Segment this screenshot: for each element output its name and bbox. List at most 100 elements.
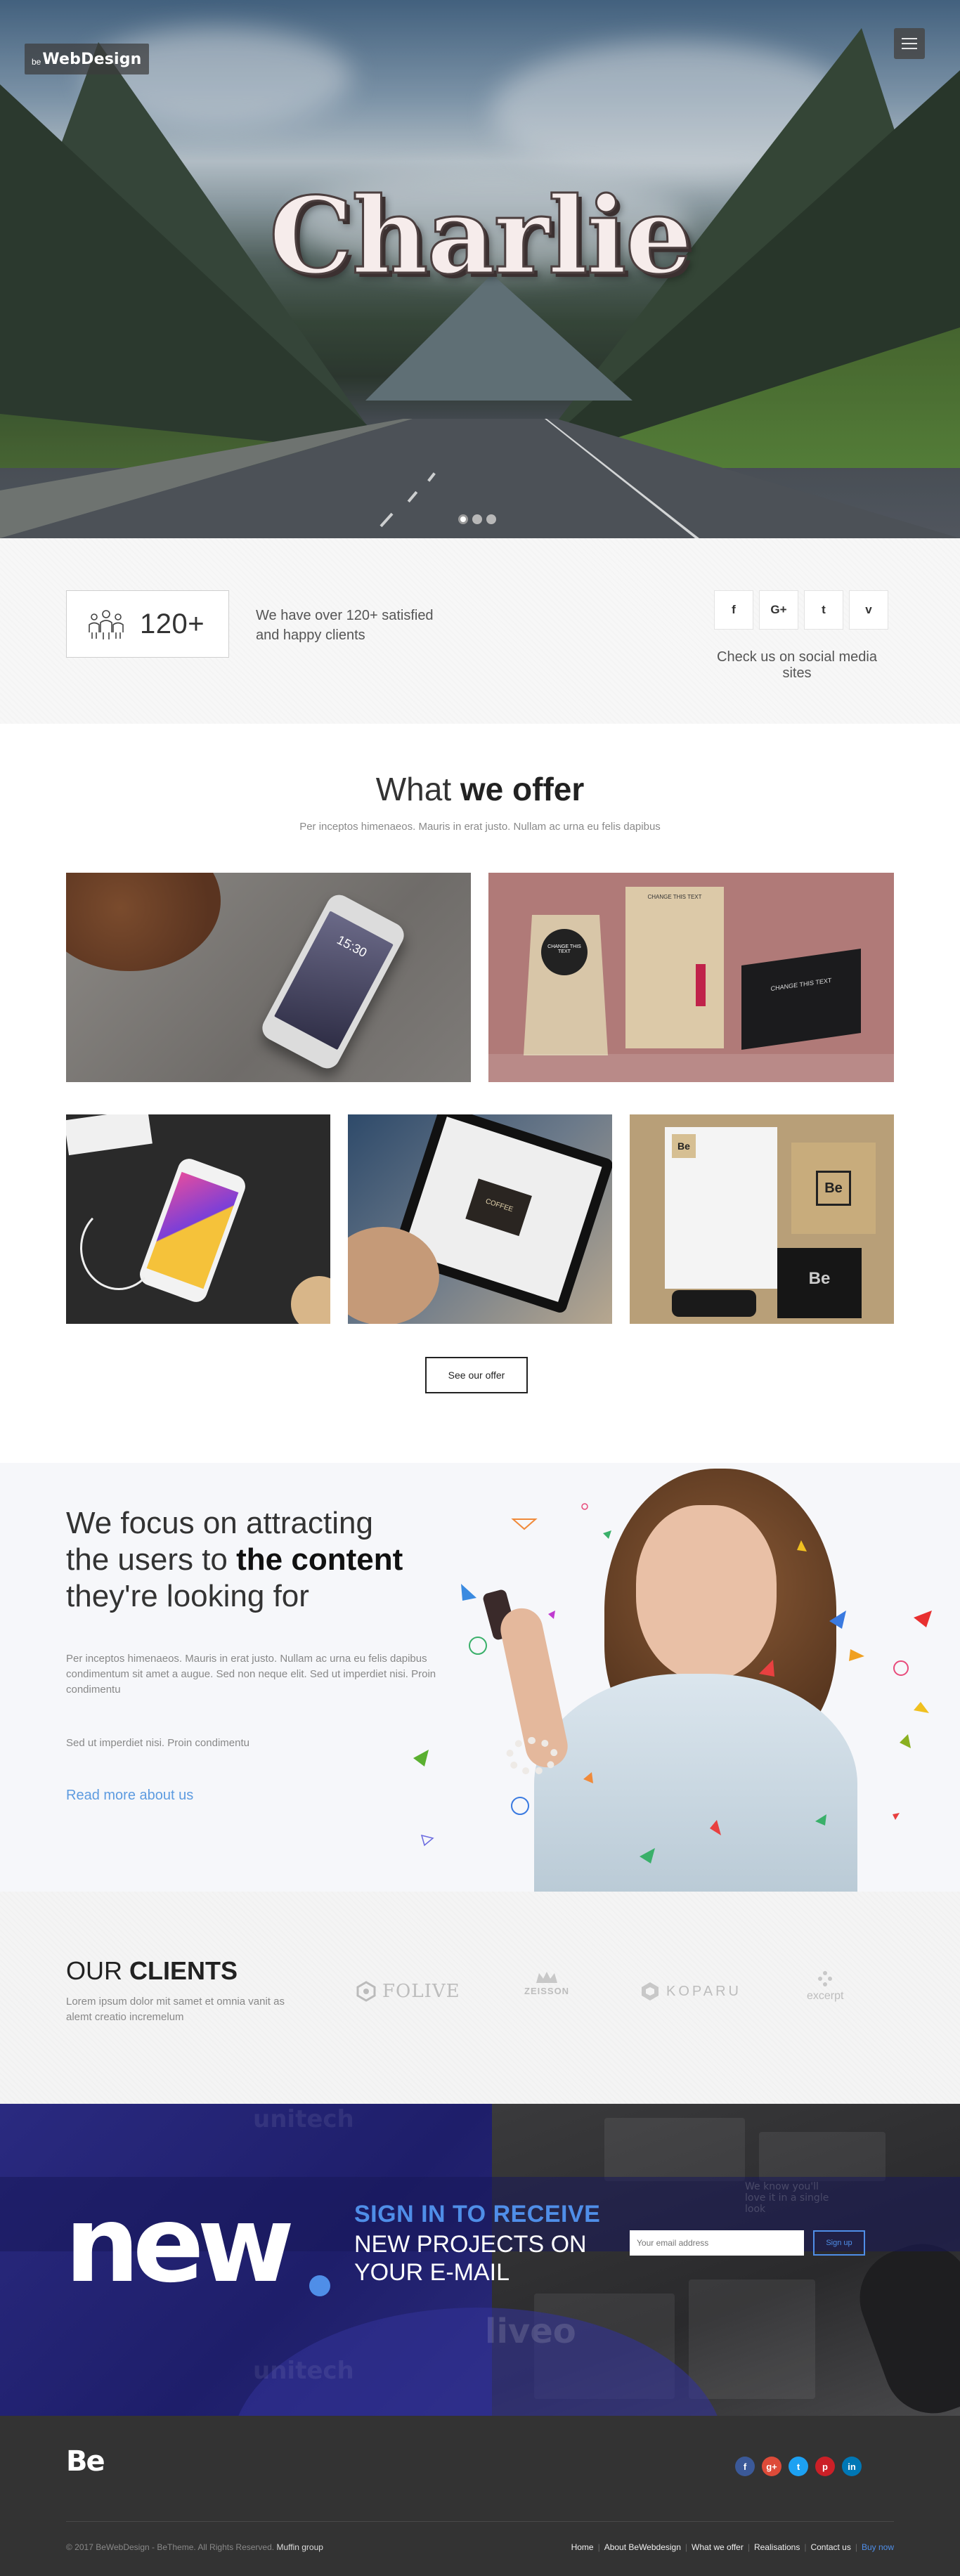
shopping-bag-image: Be bbox=[791, 1143, 876, 1234]
email-field[interactable] bbox=[630, 2230, 804, 2256]
copyright-text: © 2017 BeWebDesign - BeTheme. All Rights… bbox=[66, 2542, 275, 2552]
letterhead-image: Be bbox=[665, 1127, 777, 1289]
envelope-label: CHANGE THIS TEXT bbox=[647, 894, 702, 900]
wooden-board bbox=[66, 873, 221, 971]
about-title: We focus on attracting the users to the … bbox=[66, 1505, 460, 1615]
logo-prefix: be bbox=[32, 57, 41, 67]
table-surface bbox=[488, 1054, 894, 1082]
hero-section: be WebDesign Charlie bbox=[0, 0, 960, 538]
box-image: Be bbox=[777, 1248, 862, 1318]
offer-subtitle: Per inceptos himenaeos. Mauris in erat j… bbox=[299, 821, 661, 833]
counter-value: 120+ bbox=[140, 608, 205, 639]
about-section: We focus on attracting the users to the … bbox=[0, 1463, 960, 1892]
hamburger-icon[interactable] bbox=[894, 28, 925, 59]
about-title-line2: the users to bbox=[66, 1542, 237, 1577]
footer-link-buy-now[interactable]: Buy now bbox=[862, 2542, 894, 2552]
read-more-link[interactable]: Read more about us bbox=[66, 1788, 193, 1804]
phone-image: 15:30 bbox=[258, 890, 408, 1073]
offer-tile-packaging[interactable]: CHANGE THIS TEXT CHANGE THIS TEXT CHANGE… bbox=[488, 873, 894, 1082]
footer-logo[interactable]: Be bbox=[66, 2445, 105, 2478]
footer: Be f g+ t p in © 2017 BeWebDesign - BeTh… bbox=[0, 2416, 960, 2576]
letterhead-badge: Be bbox=[672, 1134, 696, 1158]
clients-subtitle: Lorem ipsum dolor mit samet et omnia van… bbox=[66, 1996, 285, 2023]
notebook-image bbox=[66, 1114, 153, 1156]
nav-separator: | bbox=[855, 2542, 857, 2552]
offer-tile-phone[interactable]: 15:30 bbox=[66, 873, 471, 1082]
logo-name: WebDesign bbox=[42, 50, 142, 68]
newsletter-section: unitech unitech liveo We know you'll lov… bbox=[0, 2104, 960, 2416]
twitter-icon[interactable]: t bbox=[789, 2457, 808, 2476]
sign-up-button[interactable]: Sign up bbox=[813, 2230, 865, 2256]
newsletter-dot bbox=[309, 2275, 330, 2296]
google-plus-icon[interactable]: g+ bbox=[762, 2457, 781, 2476]
hero-title: Charlie bbox=[268, 174, 693, 299]
bg-word: We know you'll love it in a single look bbox=[745, 2181, 829, 2215]
client-name: KOPARU bbox=[666, 1983, 741, 1999]
site-logo[interactable]: be WebDesign bbox=[25, 44, 149, 74]
about-title-bold: the content bbox=[236, 1542, 403, 1577]
social-caption: Check us on social media sites bbox=[717, 649, 877, 681]
vimeo-icon[interactable]: v bbox=[849, 590, 888, 630]
bg-card bbox=[604, 2118, 745, 2181]
about-paragraph: Per inceptos himenaeos. Mauris in erat j… bbox=[66, 1653, 436, 1696]
footer-link-home[interactable]: Home bbox=[571, 2542, 594, 2552]
bg-card bbox=[759, 2132, 886, 2181]
bg-word: liveo bbox=[485, 2312, 576, 2351]
nav-separator: | bbox=[597, 2542, 600, 2552]
client-logo-koparu[interactable]: KOPARU bbox=[640, 1970, 741, 2012]
slider-pagination bbox=[458, 514, 496, 524]
about-title-line1: We focus on attracting bbox=[66, 1506, 373, 1540]
pinterest-icon[interactable]: p bbox=[815, 2457, 835, 2476]
social-buttons: f G+ t v bbox=[714, 590, 888, 630]
footer-link-offer[interactable]: What we offer bbox=[692, 2542, 744, 2552]
crown-icon bbox=[536, 1972, 558, 1983]
facebook-icon[interactable]: f bbox=[714, 590, 753, 630]
hexagon-icon bbox=[356, 1981, 376, 2002]
slider-dot-3[interactable] bbox=[486, 514, 496, 524]
client-logo-folive[interactable]: FOLIVE bbox=[356, 1970, 460, 2012]
footer-link-contact[interactable]: Contact us bbox=[810, 2542, 850, 2552]
box-image: CHANGE THIS TEXT bbox=[741, 949, 861, 1050]
box-badge: Be bbox=[808, 1269, 831, 1288]
client-logo-zeisson[interactable]: ZEISSON bbox=[524, 1970, 569, 2012]
client-name: excerpt bbox=[807, 1990, 844, 2002]
offer-tile-stationery[interactable]: Be Be Be bbox=[630, 1114, 894, 1324]
copyright-link[interactable]: Muffin group bbox=[276, 2542, 323, 2552]
bag-label: CHANGE THIS TEXT bbox=[541, 929, 588, 975]
nav-separator: | bbox=[804, 2542, 807, 2552]
client-name: FOLIVE bbox=[382, 1981, 460, 2002]
clients-counter: 120+ bbox=[66, 590, 229, 658]
footer-link-realisations[interactable]: Realisations bbox=[754, 2542, 800, 2552]
google-plus-icon[interactable]: G+ bbox=[759, 590, 798, 630]
client-logo-excerpt[interactable]: excerpt bbox=[807, 1970, 843, 2012]
phone-time: 15:30 bbox=[335, 932, 370, 961]
bag-badge: Be bbox=[816, 1171, 851, 1206]
newsletter-headline: NEW PROJECTS ON YOUR E-MAIL bbox=[354, 2231, 587, 2286]
newsletter-big-word: new bbox=[65, 2184, 294, 2306]
offer-tile-tablet[interactable]: COFFEE bbox=[348, 1114, 612, 1324]
box-label: CHANGE THIS TEXT bbox=[770, 976, 832, 993]
footer-link-about[interactable]: About BeWebdesign bbox=[604, 2542, 681, 2552]
offer-title-light: What bbox=[375, 771, 460, 807]
bg-word: unitech bbox=[253, 2357, 354, 2385]
newsletter-headline-accent: SIGN IN TO RECEIVE bbox=[354, 2201, 601, 2227]
offer-title: What we offer bbox=[0, 770, 960, 808]
facebook-icon[interactable]: f bbox=[735, 2457, 755, 2476]
hexagon-icon bbox=[642, 1982, 659, 2001]
ribbon-image bbox=[696, 964, 706, 1006]
offer-tile-headphones[interactable] bbox=[66, 1114, 330, 1324]
slider-dot-1[interactable] bbox=[458, 514, 468, 524]
twitter-icon[interactable]: t bbox=[804, 590, 843, 630]
bg-word: unitech bbox=[253, 2105, 354, 2133]
offer-section: What we offer Per inceptos himenaeos. Ma… bbox=[0, 724, 960, 1463]
copyright: © 2017 BeWebDesign - BeTheme. All Rights… bbox=[66, 2542, 323, 2552]
offer-title-bold: we offer bbox=[460, 771, 585, 807]
footer-divider bbox=[66, 2521, 894, 2522]
linkedin-icon[interactable]: in bbox=[842, 2457, 862, 2476]
about-title-line3: they're looking for bbox=[66, 1579, 309, 1613]
confetti-decoration bbox=[413, 1503, 932, 1863]
slider-dot-2[interactable] bbox=[472, 514, 482, 524]
nav-separator: | bbox=[747, 2542, 750, 2552]
phone-screen bbox=[146, 1171, 239, 1289]
see-offer-button[interactable]: See our offer bbox=[425, 1357, 528, 1393]
